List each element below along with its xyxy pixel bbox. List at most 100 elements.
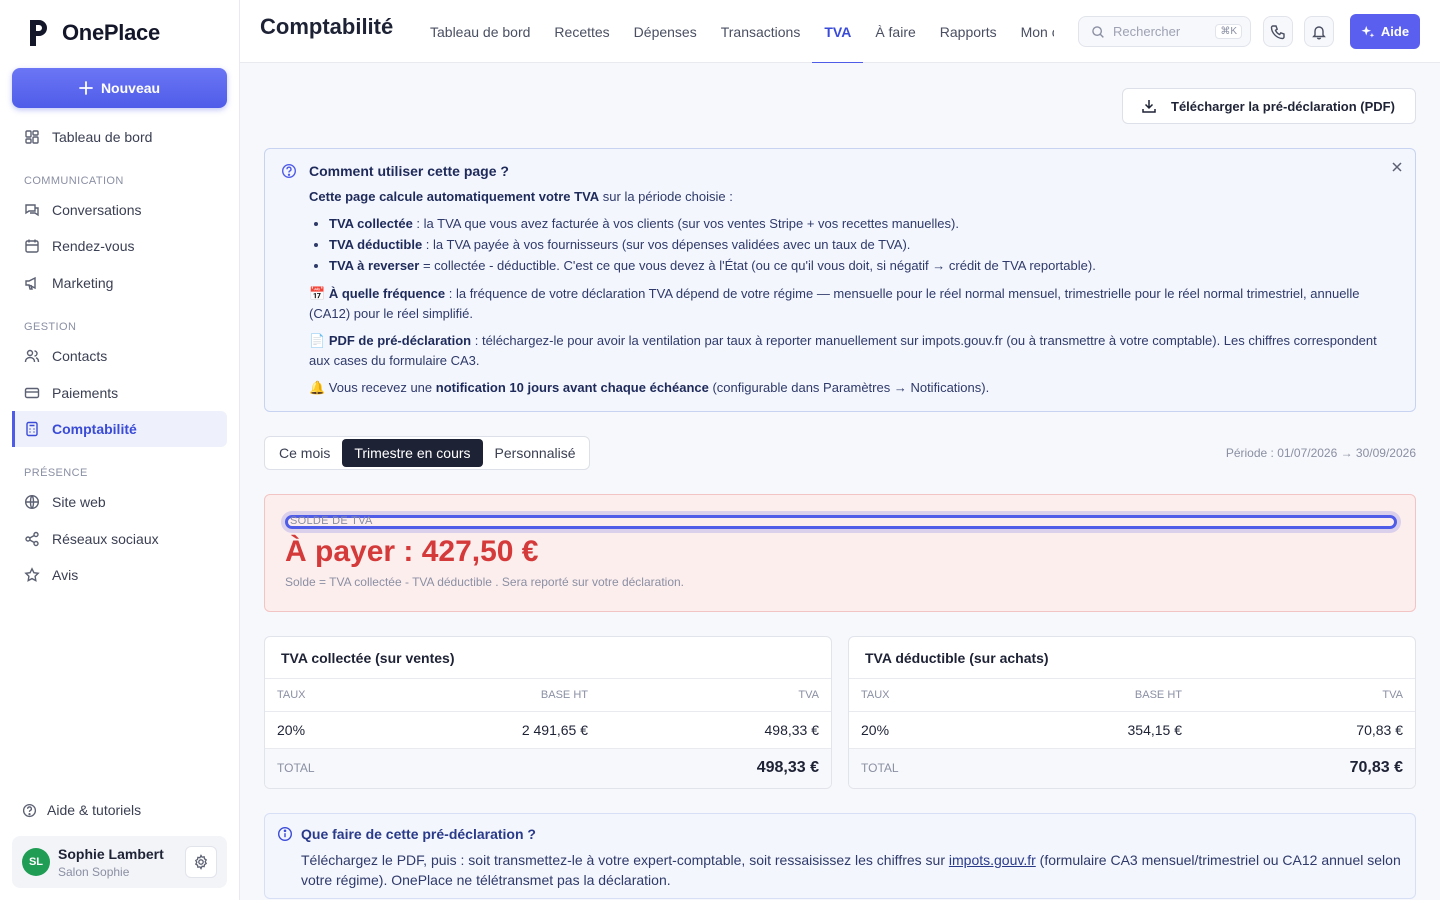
total-spacer [1019, 748, 1194, 788]
bell-icon [1311, 24, 1327, 40]
total-spacer [435, 748, 600, 788]
cell-base: 354,15 € [1019, 711, 1194, 749]
globe-icon [24, 494, 40, 510]
vat-deductible-card: TVA déductible (sur achats) TAUX BASE HT… [848, 636, 1416, 789]
sidebar-item-site-web[interactable]: Site web [12, 484, 227, 520]
sidebar-item-contacts[interactable]: Contacts [12, 338, 227, 374]
bullet-bold: TVA à reverser [329, 258, 420, 273]
tab-depenses[interactable]: Dépenses [622, 0, 709, 63]
info-intro-bold: Cette page calcule automatiquement votre… [309, 189, 600, 204]
tab-rapports[interactable]: Rapports [928, 0, 1009, 63]
download-predeclaration-button[interactable]: Télécharger la pré-déclaration (PDF) [1122, 88, 1416, 124]
period-range: Période : 01/07/2026 → 30/09/2026 [1225, 446, 1416, 460]
plus-icon [79, 81, 93, 95]
column-header: BASE HT [435, 679, 600, 712]
megaphone-icon [24, 275, 40, 291]
notifications-button[interactable] [1304, 16, 1334, 47]
info-frequency: 📅 À quelle fréquence : la fréquence de v… [309, 284, 1399, 324]
phone-icon [1270, 24, 1286, 40]
help-circle-icon [22, 803, 37, 818]
sidebar-item-label: Avis [52, 567, 79, 583]
vat-collected-table: TAUX BASE HT TVA 20% 2 491,65 € 498,33 €… [265, 679, 831, 788]
list-item: TVA déductible : la TVA payée à vos four… [329, 235, 1399, 255]
oneplace-logo-icon [30, 20, 47, 46]
cell-rate: 20% [265, 711, 435, 749]
sidebar-item-reseaux-sociaux[interactable]: Réseaux sociaux [12, 521, 227, 557]
sidebar-item-dashboard[interactable]: Tableau de bord [12, 119, 227, 155]
notif-pre: Vous recevez une [325, 380, 436, 395]
search-input[interactable] [1113, 24, 1213, 39]
total-label: TOTAL [265, 748, 435, 788]
table-header-row: TAUX BASE HT TVA [265, 679, 831, 712]
brand-logo[interactable]: OnePlace [28, 18, 160, 48]
period-option-ce-mois[interactable]: Ce mois [267, 439, 342, 467]
sidebar-item-label: Tableau de bord [52, 129, 153, 145]
user-card[interactable]: SL Sophie Lambert Salon Sophie [12, 836, 227, 888]
settings-button[interactable] [185, 846, 217, 878]
help-tutorials-link[interactable]: Aide & tutoriels [22, 802, 141, 818]
what-to-do-box: Que faire de cette pré-déclaration ? Tél… [264, 813, 1416, 899]
bell-emoji-icon: 🔔 [309, 380, 326, 395]
tab-recettes[interactable]: Recettes [542, 0, 621, 63]
top-bar: Comptabilité Tableau de bord Recettes Dé… [240, 0, 1440, 63]
share-icon [24, 531, 40, 547]
impots-link[interactable]: impots.gouv.fr [949, 852, 1036, 868]
users-icon [24, 348, 40, 364]
balance-amount: À payer : 427,50 € [285, 535, 539, 568]
list-item: TVA à reverser = collectée - déductible.… [329, 256, 1399, 276]
sidebar-item-label: Réseaux sociaux [52, 531, 159, 547]
question-circle-icon [281, 163, 297, 179]
sidebar-item-paiements[interactable]: Paiements [12, 375, 227, 411]
search-shortcut: ⌘K [1215, 24, 1242, 39]
dashboard-icon [24, 129, 40, 145]
download-icon [1141, 98, 1157, 114]
avatar: SL [22, 848, 50, 876]
total-value: 70,83 € [1194, 748, 1415, 788]
gear-icon [193, 854, 209, 870]
document-emoji-icon: 📄 [309, 333, 326, 348]
close-icon[interactable] [1391, 161, 1403, 173]
tab-tableau-de-bord[interactable]: Tableau de bord [418, 0, 542, 63]
period-selector: Ce mois Trimestre en cours Personnalisé [264, 436, 591, 470]
sidebar-item-marketing[interactable]: Marketing [12, 265, 227, 301]
sidebar-item-comptabilite[interactable]: Comptabilité [12, 411, 227, 447]
sidebar-item-rendez-vous[interactable]: Rendez-vous [12, 228, 227, 264]
search-box[interactable]: ⌘K [1078, 16, 1251, 47]
info-intro-text: sur la période choisie : [599, 189, 733, 204]
sidebar-item-label: Rendez-vous [52, 238, 135, 254]
section-label-gestion: GESTION [24, 321, 77, 333]
new-button[interactable]: Nouveau [12, 68, 227, 108]
card-title: TVA déductible (sur achats) [849, 637, 1415, 679]
tab-transactions[interactable]: Transactions [709, 0, 813, 63]
phone-button[interactable] [1263, 16, 1293, 47]
info-bullets: TVA collectée : la TVA que vous avez fac… [329, 214, 1399, 276]
bullet-bold: TVA déductible [329, 237, 423, 252]
sidebar-item-label: Site web [52, 494, 106, 510]
user-business: Salon Sophie [58, 864, 130, 879]
sidebar-item-label: Comptabilité [52, 421, 137, 437]
aide-button[interactable]: Aide [1350, 14, 1420, 49]
info-title: Comment utiliser cette page ? [309, 163, 509, 179]
frequency-bold: À quelle fréquence [328, 286, 446, 301]
sidebar-item-label: Marketing [52, 275, 114, 291]
cell-rate: 20% [849, 711, 1019, 749]
what-text-pre: Téléchargez le PDF, puis : soit transmet… [301, 852, 949, 868]
table-header-row: TAUX BASE HT TVA [849, 679, 1415, 712]
sidebar-item-avis[interactable]: Avis [12, 557, 227, 593]
user-info: Sophie Lambert Salon Sophie [58, 846, 164, 879]
section-label-communication: COMMUNICATION [24, 175, 124, 187]
sidebar-item-label: Paiements [52, 385, 119, 401]
sidebar: OnePlace Nouveau Tableau de bord COMMUNI… [0, 0, 240, 900]
table-row: 20% 354,15 € 70,83 € [849, 711, 1415, 749]
calculator-icon [24, 421, 40, 437]
info-circle-icon [277, 826, 293, 842]
tab-a-faire[interactable]: À faire [863, 0, 927, 63]
tab-tva[interactable]: TVA [812, 0, 864, 63]
period-option-personnalise[interactable]: Personnalisé [483, 439, 588, 467]
pdf-bold: PDF de pré-déclaration [328, 333, 472, 348]
balance-label-focus-ring[interactable]: SOLDE DE TVA [285, 515, 1397, 529]
sidebar-item-conversations[interactable]: Conversations [12, 192, 227, 228]
section-label-presence: PRÉSENCE [24, 467, 88, 479]
period-option-trimestre[interactable]: Trimestre en cours [342, 439, 483, 467]
tab-mon-compte[interactable]: Mon co [1009, 0, 1054, 63]
